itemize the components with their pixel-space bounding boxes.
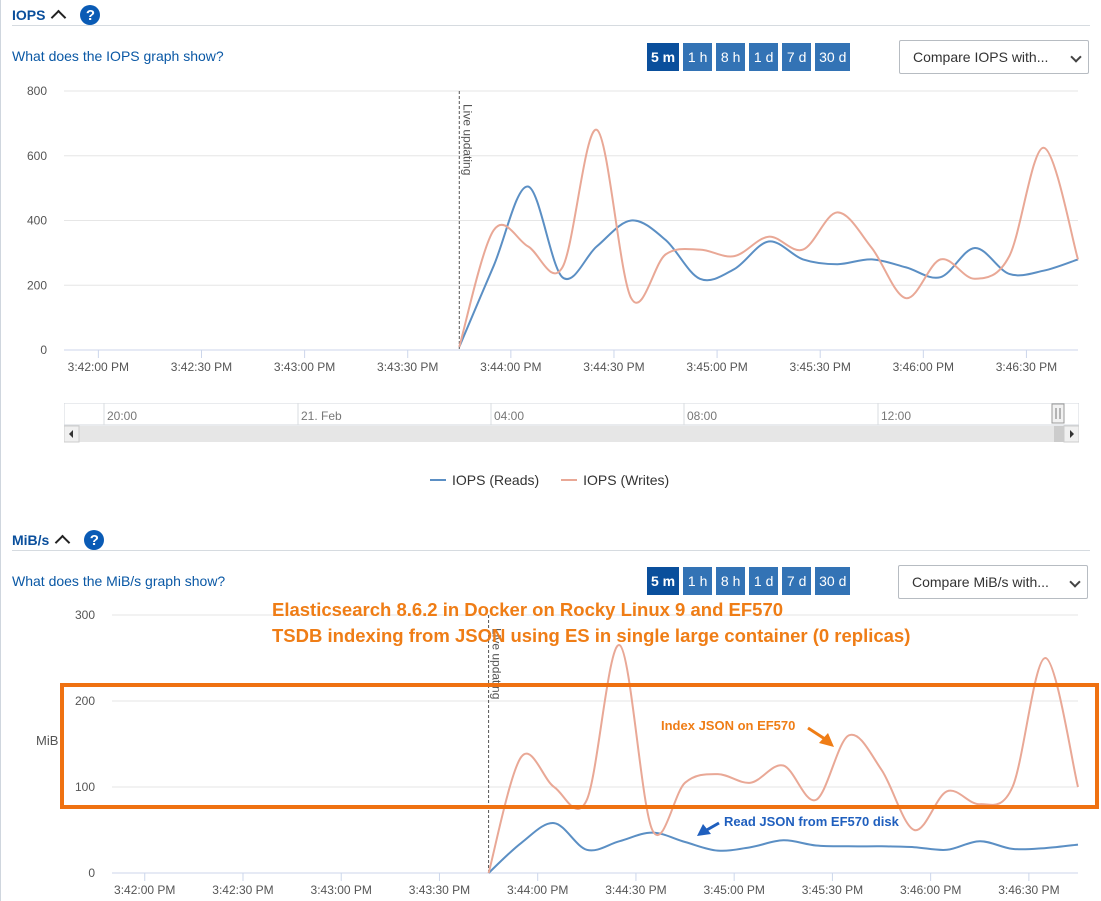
annotation-arrows <box>697 726 834 836</box>
